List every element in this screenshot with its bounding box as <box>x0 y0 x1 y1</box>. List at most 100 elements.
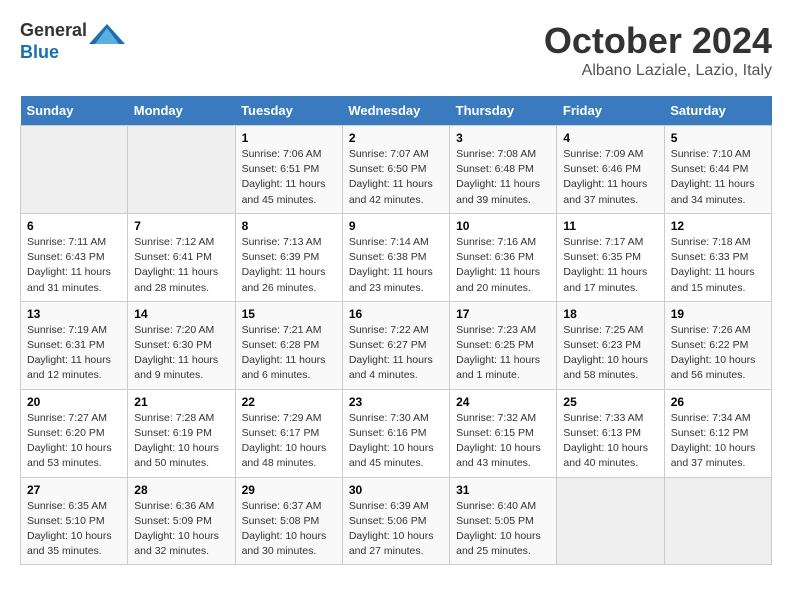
day-cell: 29Sunrise: 6:37 AMSunset: 5:08 PMDayligh… <box>235 477 342 565</box>
day-info: Sunrise: 7:12 AMSunset: 6:41 PMDaylight:… <box>134 235 228 296</box>
day-info: Sunrise: 7:22 AMSunset: 6:27 PMDaylight:… <box>349 323 443 384</box>
day-cell: 8 Sunrise: 7:13 AMSunset: 6:39 PMDaylight… <box>235 213 342 301</box>
day-cell: 11 Sunrise: 7:17 AMSunset: 6:35 PMDayligh… <box>557 213 664 301</box>
day-number: 12 <box>671 219 765 233</box>
day-info: Sunrise: 6:36 AMSunset: 5:09 PMDaylight:… <box>134 499 228 560</box>
day-cell: 24 Sunrise: 7:32 AMSunset: 6:15 PMDayligh… <box>450 389 557 477</box>
day-number: 16 <box>349 307 443 321</box>
day-cell: 10Sunrise: 7:16 AMSunset: 6:36 PMDayligh… <box>450 213 557 301</box>
day-info: Sunrise: 6:37 AMSunset: 5:08 PMDaylight:… <box>242 499 336 560</box>
day-info: Sunrise: 7:14 AMSunset: 6:38 PMDaylight:… <box>349 235 443 296</box>
day-cell: 12 Sunrise: 7:18 AMSunset: 6:33 PMDayligh… <box>664 213 771 301</box>
day-info: Sunrise: 7:11 AMSunset: 6:43 PMDaylight:… <box>27 235 121 296</box>
day-info: Sunrise: 7:30 AMSunset: 6:16 PMDaylight:… <box>349 411 443 472</box>
day-cell: 18 Sunrise: 7:25 AMSunset: 6:23 PMDayligh… <box>557 301 664 389</box>
day-number: 28 <box>134 483 228 497</box>
day-number: 20 <box>27 395 121 409</box>
day-number: 18 <box>563 307 657 321</box>
day-number: 15 <box>242 307 336 321</box>
day-cell <box>128 126 235 214</box>
week-row-2: 6 Sunrise: 7:11 AMSunset: 6:43 PMDaylight… <box>21 213 772 301</box>
day-info: Sunrise: 7:20 AMSunset: 6:30 PMDaylight:… <box>134 323 228 384</box>
day-info: Sunrise: 7:19 AMSunset: 6:31 PMDaylight:… <box>27 323 121 384</box>
day-cell: 14 Sunrise: 7:20 AMSunset: 6:30 PMDayligh… <box>128 301 235 389</box>
calendar-header: SundayMondayTuesdayWednesdayThursdayFrid… <box>21 96 772 126</box>
day-cell: 1 Sunrise: 7:06 AMSunset: 6:51 PMDaylight… <box>235 126 342 214</box>
day-info: Sunrise: 6:39 AMSunset: 5:06 PMDaylight:… <box>349 499 443 560</box>
day-info: Sunrise: 7:32 AMSunset: 6:15 PMDaylight:… <box>456 411 550 472</box>
day-info: Sunrise: 7:28 AMSunset: 6:19 PMDaylight:… <box>134 411 228 472</box>
day-number: 23 <box>349 395 443 409</box>
day-info: Sunrise: 7:25 AMSunset: 6:23 PMDaylight:… <box>563 323 657 384</box>
day-number: 25 <box>563 395 657 409</box>
day-cell <box>664 477 771 565</box>
month-title: October 2024 <box>544 20 772 62</box>
day-cell: 7 Sunrise: 7:12 AMSunset: 6:41 PMDaylight… <box>128 213 235 301</box>
day-cell: 2 Sunrise: 7:07 AMSunset: 6:50 PMDaylight… <box>342 126 449 214</box>
day-number: 9 <box>349 219 443 233</box>
day-info: Sunrise: 7:26 AMSunset: 6:22 PMDaylight:… <box>671 323 765 384</box>
header-day-sunday: Sunday <box>21 96 128 126</box>
day-cell <box>557 477 664 565</box>
day-cell: 6 Sunrise: 7:11 AMSunset: 6:43 PMDaylight… <box>21 213 128 301</box>
title-area: October 2024 Albano Laziale, Lazio, Ital… <box>544 20 772 80</box>
day-cell: 19 Sunrise: 7:26 AMSunset: 6:22 PMDayligh… <box>664 301 771 389</box>
page-header: General Blue October 2024 Albano Laziale… <box>20 20 772 80</box>
header-day-monday: Monday <box>128 96 235 126</box>
day-info: Sunrise: 7:06 AMSunset: 6:51 PMDaylight:… <box>242 147 336 208</box>
day-number: 1 <box>242 131 336 145</box>
day-number: 6 <box>27 219 121 233</box>
day-info: Sunrise: 7:13 AMSunset: 6:39 PMDaylight:… <box>242 235 336 296</box>
day-number: 2 <box>349 131 443 145</box>
header-row: SundayMondayTuesdayWednesdayThursdayFrid… <box>21 96 772 126</box>
logo: General Blue <box>20 20 123 64</box>
header-day-friday: Friday <box>557 96 664 126</box>
day-info: Sunrise: 7:17 AMSunset: 6:35 PMDaylight:… <box>563 235 657 296</box>
day-number: 7 <box>134 219 228 233</box>
location: Albano Laziale, Lazio, Italy <box>544 62 772 80</box>
day-info: Sunrise: 7:21 AMSunset: 6:28 PMDaylight:… <box>242 323 336 384</box>
day-info: Sunrise: 7:29 AMSunset: 6:17 PMDaylight:… <box>242 411 336 472</box>
day-info: Sunrise: 6:35 AMSunset: 5:10 PMDaylight:… <box>27 499 121 560</box>
logo-general: General <box>20 20 87 40</box>
day-cell: 5Sunrise: 7:10 AMSunset: 6:44 PMDaylight… <box>664 126 771 214</box>
day-cell: 4Sunrise: 7:09 AMSunset: 6:46 PMDaylight… <box>557 126 664 214</box>
day-info: Sunrise: 7:23 AMSunset: 6:25 PMDaylight:… <box>456 323 550 384</box>
day-info: Sunrise: 7:27 AMSunset: 6:20 PMDaylight:… <box>27 411 121 472</box>
day-cell: 22 Sunrise: 7:29 AMSunset: 6:17 PMDayligh… <box>235 389 342 477</box>
week-row-4: 20 Sunrise: 7:27 AMSunset: 6:20 PMDayligh… <box>21 389 772 477</box>
header-day-wednesday: Wednesday <box>342 96 449 126</box>
day-cell: 30Sunrise: 6:39 AMSunset: 5:06 PMDayligh… <box>342 477 449 565</box>
day-number: 3 <box>456 131 550 145</box>
day-info: Sunrise: 7:07 AMSunset: 6:50 PMDaylight:… <box>349 147 443 208</box>
day-info: Sunrise: 7:33 AMSunset: 6:13 PMDaylight:… <box>563 411 657 472</box>
day-cell: 21 Sunrise: 7:28 AMSunset: 6:19 PMDayligh… <box>128 389 235 477</box>
day-cell: 3 Sunrise: 7:08 AMSunset: 6:48 PMDaylight… <box>450 126 557 214</box>
header-day-saturday: Saturday <box>664 96 771 126</box>
day-cell: 9 Sunrise: 7:14 AMSunset: 6:38 PMDaylight… <box>342 213 449 301</box>
week-row-5: 27 Sunrise: 6:35 AMSunset: 5:10 PMDayligh… <box>21 477 772 565</box>
week-row-1: 1 Sunrise: 7:06 AMSunset: 6:51 PMDaylight… <box>21 126 772 214</box>
day-number: 8 <box>242 219 336 233</box>
day-cell: 16 Sunrise: 7:22 AMSunset: 6:27 PMDayligh… <box>342 301 449 389</box>
day-cell: 26 Sunrise: 7:34 AMSunset: 6:12 PMDayligh… <box>664 389 771 477</box>
day-number: 26 <box>671 395 765 409</box>
day-info: Sunrise: 7:16 AMSunset: 6:36 PMDaylight:… <box>456 235 550 296</box>
day-info: Sunrise: 7:08 AMSunset: 6:48 PMDaylight:… <box>456 147 550 208</box>
day-number: 19 <box>671 307 765 321</box>
day-info: Sunrise: 6:40 AMSunset: 5:05 PMDaylight:… <box>456 499 550 560</box>
day-cell: 17Sunrise: 7:23 AMSunset: 6:25 PMDayligh… <box>450 301 557 389</box>
day-number: 14 <box>134 307 228 321</box>
day-number: 31 <box>456 483 550 497</box>
day-cell: 15 Sunrise: 7:21 AMSunset: 6:28 PMDayligh… <box>235 301 342 389</box>
calendar-body: 1 Sunrise: 7:06 AMSunset: 6:51 PMDaylight… <box>21 126 772 565</box>
day-info: Sunrise: 7:18 AMSunset: 6:33 PMDaylight:… <box>671 235 765 296</box>
day-info: Sunrise: 7:34 AMSunset: 6:12 PMDaylight:… <box>671 411 765 472</box>
day-number: 27 <box>27 483 121 497</box>
day-number: 21 <box>134 395 228 409</box>
day-number: 11 <box>563 219 657 233</box>
day-cell: 13Sunrise: 7:19 AMSunset: 6:31 PMDayligh… <box>21 301 128 389</box>
day-number: 22 <box>242 395 336 409</box>
day-number: 24 <box>456 395 550 409</box>
day-cell: 25 Sunrise: 7:33 AMSunset: 6:13 PMDayligh… <box>557 389 664 477</box>
